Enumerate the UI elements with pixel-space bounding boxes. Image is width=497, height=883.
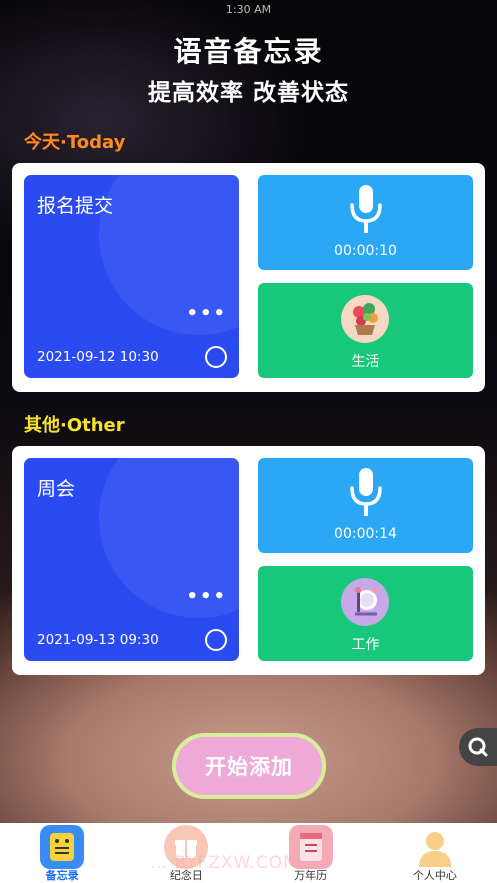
tab-label: 纪念日 bbox=[169, 869, 203, 882]
tab-calendar[interactable]: 万年历 bbox=[249, 823, 373, 883]
memo-note[interactable]: 周会 ••• 2021-09-13 09:30 bbox=[24, 458, 239, 661]
profile-icon bbox=[413, 825, 457, 869]
tab-memo[interactable]: 备忘录 bbox=[0, 823, 124, 883]
section-label-today: 今天·Today bbox=[24, 132, 126, 153]
gift-icon bbox=[164, 825, 209, 869]
status-bar: 1:30 AM bbox=[0, 0, 497, 18]
complete-checkbox[interactable] bbox=[205, 346, 227, 368]
work-desk-icon bbox=[341, 578, 389, 626]
category-label: 工作 bbox=[351, 637, 380, 653]
memo-title: 报名提交 bbox=[37, 195, 114, 217]
category-button[interactable]: 工作 bbox=[258, 566, 473, 661]
tab-profile[interactable]: 个人中心 bbox=[373, 823, 497, 883]
search-bubble-icon bbox=[468, 737, 488, 757]
more-options-icon[interactable]: ••• bbox=[186, 586, 227, 607]
bottom-tab-bar: 备忘录 纪念日 万年历 个人中心 bbox=[0, 823, 497, 883]
microphone-icon bbox=[350, 468, 382, 516]
audio-duration: 00:00:14 bbox=[334, 526, 397, 542]
section-label-other: 其他·Other bbox=[24, 415, 125, 436]
tab-label: 备忘录 bbox=[45, 869, 79, 882]
flower-basket-icon bbox=[341, 295, 389, 343]
tab-label: 万年历 bbox=[294, 869, 328, 882]
memo-card-today: 报名提交 ••• 2021-09-12 10:30 00:00:10 生活 bbox=[12, 163, 485, 392]
audio-play-button[interactable]: 00:00:14 bbox=[258, 458, 473, 553]
more-options-icon[interactable]: ••• bbox=[186, 303, 227, 324]
audio-duration: 00:00:10 bbox=[334, 243, 397, 259]
tab-label: 个人中心 bbox=[412, 869, 457, 882]
page-title: 语音备忘录 bbox=[173, 35, 324, 68]
page-subtitle: 提高效率 改善状态 bbox=[147, 80, 349, 106]
memo-icon bbox=[40, 825, 85, 869]
category-button[interactable]: 生活 bbox=[258, 283, 473, 378]
microphone-icon bbox=[350, 185, 382, 233]
calendar-icon bbox=[288, 825, 333, 869]
complete-checkbox[interactable] bbox=[205, 629, 227, 651]
status-time: 1:30 AM bbox=[225, 2, 272, 16]
category-label: 生活 bbox=[351, 354, 380, 370]
tab-anniversary[interactable]: 纪念日 bbox=[124, 823, 248, 883]
memo-datetime: 2021-09-12 10:30 bbox=[37, 349, 159, 365]
audio-play-button[interactable]: 00:00:10 bbox=[258, 175, 473, 270]
memo-datetime: 2021-09-13 09:30 bbox=[37, 632, 159, 648]
start-add-button[interactable]: 开始添加 bbox=[172, 733, 326, 799]
memo-title: 周会 bbox=[37, 478, 76, 500]
memo-note[interactable]: 报名提交 ••• 2021-09-12 10:30 bbox=[24, 175, 239, 378]
floating-assistant-button[interactable] bbox=[459, 728, 497, 766]
memo-card-other: 周会 ••• 2021-09-13 09:30 00:00:14 工作 bbox=[12, 446, 485, 675]
